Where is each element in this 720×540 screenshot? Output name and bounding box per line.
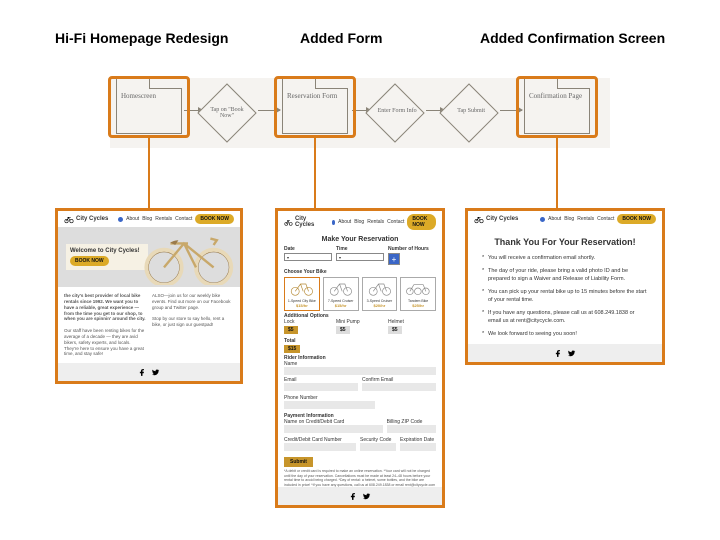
- cvv-field[interactable]: [360, 443, 396, 451]
- status-dot-icon: [118, 217, 123, 222]
- submit-button[interactable]: Submit: [284, 457, 313, 467]
- highlight-form: [274, 76, 356, 138]
- expiry-field[interactable]: [400, 443, 436, 451]
- confirmation-title: Thank You For Your Reservation!: [468, 237, 662, 247]
- nav-bar: City Cycles About Blog Rentals Contact B…: [58, 211, 240, 227]
- footer: [468, 344, 662, 362]
- nav-links: About Blog Rentals Contact BOOK NOW: [118, 214, 234, 224]
- book-now-button[interactable]: BOOK NOW: [195, 214, 234, 224]
- nav-about[interactable]: About: [126, 216, 139, 222]
- body-columns: the city's best provider of local bike r…: [58, 287, 240, 363]
- fine-print: *A debit or credit card is required to m…: [278, 469, 442, 487]
- label-choose-bike: Choose Your Bike: [278, 267, 442, 275]
- bike-opt-2[interactable]: 7-Speed Cruiser$15/hr: [323, 277, 359, 311]
- phone-field[interactable]: [284, 401, 375, 409]
- opt-helmet[interactable]: $5: [388, 326, 402, 334]
- total-value: $15: [284, 345, 300, 353]
- label-payment: Payment Information: [278, 411, 442, 419]
- logo: City Cycles: [284, 216, 324, 228]
- label-time: Time: [336, 246, 384, 252]
- label-rider-info: Rider Information: [278, 353, 442, 361]
- label-total: Total: [278, 336, 442, 344]
- logo: City Cycles: [64, 214, 108, 224]
- heading-confirmation: Added Confirmation Screen: [480, 30, 665, 46]
- conf-bullet: The day of your ride, please bring a val…: [482, 268, 648, 283]
- opt-pump[interactable]: $5: [336, 326, 350, 334]
- conf-bullet: We look forward to seeing you soon!: [482, 331, 648, 338]
- welcome-panel: Welcome to City Cycles! BOOK NOW: [66, 244, 148, 270]
- heading-form: Added Form: [300, 30, 382, 46]
- nav-blog[interactable]: Blog: [142, 216, 152, 222]
- connector-line: [314, 138, 316, 208]
- body-p1: the city's best provider of local bike r…: [64, 293, 146, 321]
- bike-icon: [284, 217, 293, 227]
- opt-lock[interactable]: $5: [284, 326, 298, 334]
- hours-stepper[interactable]: +: [388, 253, 400, 265]
- name-field[interactable]: [284, 367, 436, 375]
- book-now-button[interactable]: BOOK NOW: [617, 214, 656, 224]
- conf-bullet: You will receive a confirmation email sh…: [482, 255, 648, 262]
- twitter-icon[interactable]: [362, 492, 371, 501]
- status-dot-icon: [540, 217, 545, 222]
- sketch-enter-info: Enter Form Info: [365, 83, 424, 142]
- bike-icon: [474, 214, 484, 224]
- sketch-tap-submit: Tap Submit: [439, 83, 498, 142]
- conf-bullet: If you have any questions, please call u…: [482, 310, 648, 325]
- nav-bar: City Cycles About Blog Rentals ContactBO…: [468, 211, 662, 227]
- facebook-icon[interactable]: [349, 492, 358, 501]
- connector-line: [556, 138, 558, 208]
- highlight-homescreen: [108, 76, 190, 138]
- zip-field[interactable]: [387, 425, 436, 433]
- label-hours: Number of Hours: [388, 246, 436, 252]
- heading-homepage: Hi-Fi Homepage Redesign: [55, 30, 228, 46]
- label-date: Date: [284, 246, 332, 252]
- bike-options: 1-Speed City Bike$15/hr 7-Speed Cruiser$…: [278, 277, 442, 311]
- conf-bullet: You can pick up your rental bike up to 1…: [482, 289, 648, 304]
- bike-icon: [64, 214, 74, 224]
- mock-reservation-form: City Cycles About Blog Rentals ContactBO…: [275, 208, 445, 508]
- bike-opt-1[interactable]: 1-Speed City Bike$15/hr: [284, 277, 320, 311]
- email-field[interactable]: [284, 383, 358, 391]
- footer: [58, 363, 240, 381]
- sketch-tap-book: Tap on "Book Now": [197, 83, 256, 142]
- facebook-icon[interactable]: [138, 368, 147, 377]
- book-now-button[interactable]: BOOK NOW: [407, 214, 436, 230]
- nav-contact[interactable]: Contact: [175, 216, 192, 222]
- form-title: Make Your Reservation: [278, 236, 442, 243]
- confirm-email-field[interactable]: [362, 383, 436, 391]
- bike-opt-3[interactable]: 3-Speed Cruiser$20/hr: [362, 277, 398, 311]
- body-p2: Our staff have been renting bikes for th…: [64, 328, 146, 357]
- bike-opt-4[interactable]: Tandem Bike$25/hr: [400, 277, 436, 311]
- highlight-confirmation: [516, 76, 598, 138]
- twitter-icon[interactable]: [151, 368, 160, 377]
- logo: City Cycles: [474, 214, 518, 224]
- card-name-field[interactable]: [284, 425, 383, 433]
- facebook-icon[interactable]: [554, 349, 563, 358]
- mock-homepage: City Cycles About Blog Rentals Contact B…: [55, 208, 243, 384]
- nav-rentals[interactable]: Rentals: [155, 216, 172, 222]
- footer: [278, 487, 442, 505]
- card-number-field[interactable]: [284, 443, 356, 451]
- nav-bar: City Cycles About Blog Rentals ContactBO…: [278, 211, 442, 233]
- confirmation-bullets: You will receive a confirmation email sh…: [468, 255, 662, 338]
- mock-confirmation: City Cycles About Blog Rentals ContactBO…: [465, 208, 665, 365]
- hero-book-button[interactable]: BOOK NOW: [70, 256, 109, 266]
- status-dot-icon: [332, 220, 335, 225]
- body-p3: ALSO—join us for our weekly bike events.…: [152, 293, 234, 311]
- date-select[interactable]: ▾: [284, 253, 332, 261]
- hero-bike-image: [138, 229, 238, 285]
- twitter-icon[interactable]: [567, 349, 576, 358]
- body-p4: Stop by our store to say hello, rent a b…: [152, 316, 234, 328]
- welcome-title: Welcome to City Cycles!: [70, 248, 140, 254]
- hero: Welcome to City Cycles! BOOK NOW: [58, 227, 240, 287]
- label-additional: Additional Options: [278, 311, 442, 319]
- connector-line: [148, 138, 150, 208]
- time-select[interactable]: ▾: [336, 253, 384, 261]
